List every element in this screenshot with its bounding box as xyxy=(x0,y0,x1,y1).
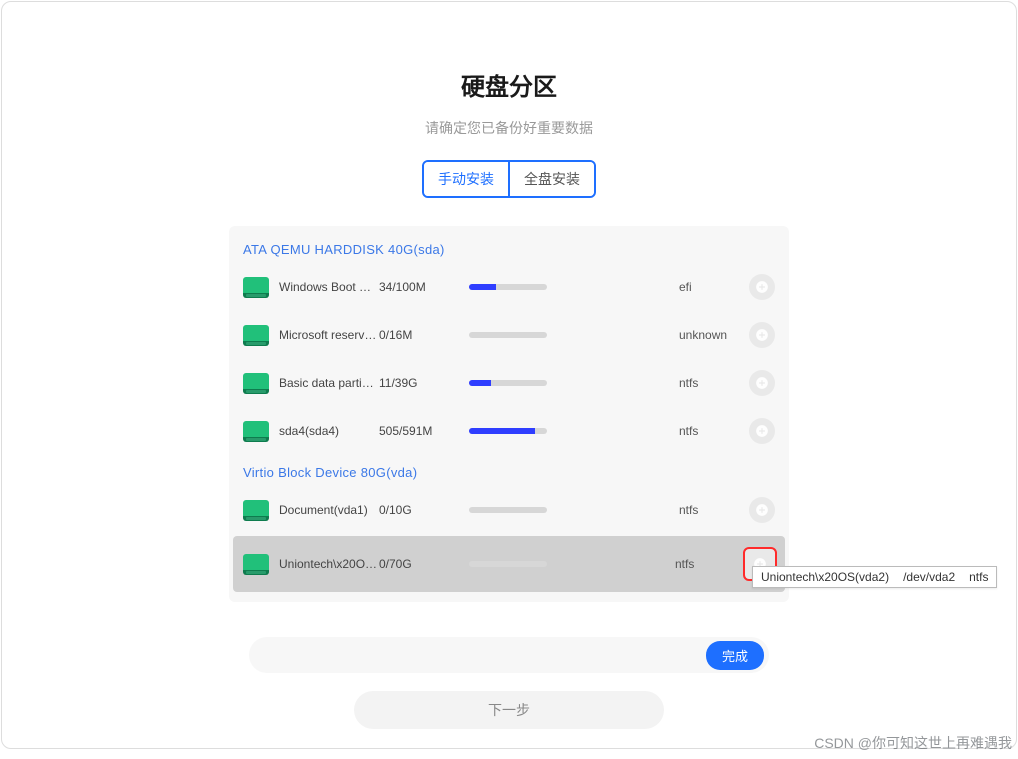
partition-action-icon[interactable] xyxy=(749,418,775,444)
partition-row[interactable]: Windows Boot … 34/100M efi xyxy=(229,263,789,311)
partition-name: Microsoft reserv… xyxy=(279,328,379,342)
partition-size: 0/16M xyxy=(379,328,459,342)
page-title: 硬盘分区 xyxy=(2,67,1016,102)
usage-bar xyxy=(469,507,547,513)
partition-row[interactable]: Microsoft reserv… 0/16M unknown xyxy=(229,311,789,359)
partition-fs: ntfs xyxy=(679,376,739,390)
partition-row[interactable]: Document(vda1) 0/10G ntfs xyxy=(229,486,789,534)
partition-panel: ATA QEMU HARDDISK 40G(sda) Windows Boot … xyxy=(229,226,789,602)
tab-full-install[interactable]: 全盘安装 xyxy=(508,162,594,196)
partition-action-icon[interactable] xyxy=(749,322,775,348)
partition-fs: efi xyxy=(679,280,739,294)
partition-action-icon[interactable] xyxy=(749,274,775,300)
done-button[interactable]: 完成 xyxy=(706,641,764,670)
usage-bar xyxy=(469,428,547,434)
partition-name: Basic data parti… xyxy=(279,376,379,390)
partition-size: 505/591M xyxy=(379,424,459,438)
usage-bar xyxy=(469,380,547,386)
tab-manual-install[interactable]: 手动安装 xyxy=(424,162,508,196)
disk-header: ATA QEMU HARDDISK 40G(sda) xyxy=(229,232,789,263)
summary-bar: 完成 xyxy=(249,637,769,673)
partition-size: 11/39G xyxy=(379,376,459,390)
partition-size: 0/70G xyxy=(379,557,459,571)
partition-size: 34/100M xyxy=(379,280,459,294)
next-button[interactable]: 下一步 xyxy=(354,691,664,729)
tooltip-fs: ntfs xyxy=(969,570,988,584)
partition-action-icon[interactable] xyxy=(749,370,775,396)
drive-icon xyxy=(243,325,269,346)
partition-fs: ntfs xyxy=(675,557,735,571)
partition-row[interactable]: Basic data parti… 11/39G ntfs xyxy=(229,359,789,407)
disk-header: Virtio Block Device 80G(vda) xyxy=(229,455,789,486)
partition-name: Windows Boot … xyxy=(279,280,379,294)
page-subtitle: 请确定您已备份好重要数据 xyxy=(2,118,1016,138)
partition-row[interactable]: sda4(sda4) 505/591M ntfs xyxy=(229,407,789,455)
drive-icon xyxy=(243,277,269,298)
drive-icon xyxy=(243,421,269,442)
usage-bar xyxy=(469,332,547,338)
partition-tooltip: Uniontech\x20OS(vda2) /dev/vda2 ntfs xyxy=(752,566,997,588)
drive-icon xyxy=(243,373,269,394)
tooltip-dev: /dev/vda2 xyxy=(903,570,955,584)
tooltip-name: Uniontech\x20OS(vda2) xyxy=(761,570,889,584)
usage-bar xyxy=(469,284,547,290)
watermark: CSDN @你可知这世上再难遇我 xyxy=(814,733,1012,753)
usage-bar xyxy=(469,561,547,567)
partition-row-selected[interactable]: Uniontech\x20O… 0/70G ntfs xyxy=(233,536,785,592)
install-mode-tabs: 手动安装 全盘安装 xyxy=(422,160,596,198)
partition-fs: ntfs xyxy=(679,424,739,438)
partition-fs: unknown xyxy=(679,328,739,342)
drive-icon xyxy=(243,554,269,575)
partition-name: sda4(sda4) xyxy=(279,424,379,438)
header: 硬盘分区 请确定您已备份好重要数据 手动安装 全盘安装 xyxy=(2,2,1016,198)
partition-name: Uniontech\x20O… xyxy=(279,557,379,571)
drive-icon xyxy=(243,500,269,521)
installer-window: 硬盘分区 请确定您已备份好重要数据 手动安装 全盘安装 ATA QEMU HAR… xyxy=(1,1,1017,749)
partition-name: Document(vda1) xyxy=(279,503,379,517)
partition-fs: ntfs xyxy=(679,503,739,517)
partition-size: 0/10G xyxy=(379,503,459,517)
partition-action-icon[interactable] xyxy=(749,497,775,523)
